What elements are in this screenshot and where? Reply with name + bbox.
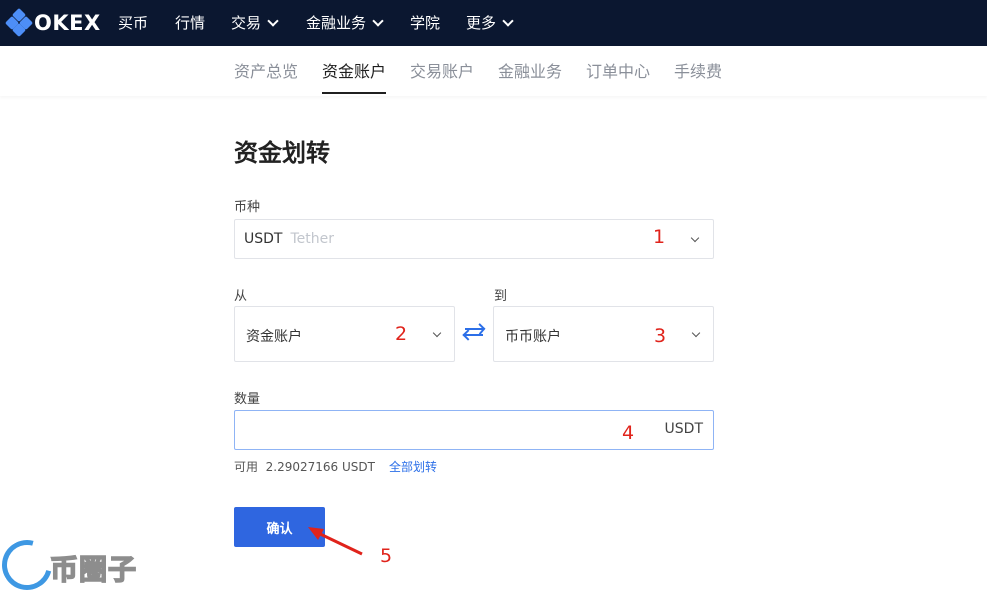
chevron-down-icon xyxy=(502,14,514,27)
swap-arrows-icon[interactable] xyxy=(465,324,485,340)
nav-item-more[interactable]: 更多 xyxy=(466,12,514,33)
chevron-down-icon xyxy=(691,328,701,338)
step-marker-4: 4 xyxy=(622,422,635,444)
nav-item-label: 买币 xyxy=(118,14,149,32)
available-balance: 可用 2.29027166 USDT 全部划转 xyxy=(234,458,437,475)
nav-item-label: 更多 xyxy=(466,14,497,32)
logo-text: OKEX xyxy=(34,11,101,35)
from-account-select[interactable]: 资金账户 2 xyxy=(234,306,455,362)
nav-item-label: 学院 xyxy=(410,14,441,32)
okex-logo-icon xyxy=(4,7,34,38)
chevron-down-icon xyxy=(372,14,384,27)
tab-trading-account[interactable]: 交易账户 xyxy=(410,58,474,82)
nav-item-buy[interactable]: 买币 xyxy=(118,12,148,33)
nav-item-label: 金融业务 xyxy=(306,14,367,32)
tab-order-center[interactable]: 订单中心 xyxy=(586,58,650,82)
tab-finance[interactable]: 金融业务 xyxy=(498,58,562,82)
step-marker-1: 1 xyxy=(653,226,666,248)
watermark: 币圈子 xyxy=(0,530,162,595)
to-account-value: 币币账户 xyxy=(505,329,561,345)
watermark-text: 币圈子 xyxy=(49,552,138,587)
currency-value: USDT xyxy=(244,231,283,247)
amount-label: 数量 xyxy=(234,392,261,407)
nav-item-label: 交易 xyxy=(231,14,262,32)
to-label: 到 xyxy=(494,289,508,304)
chevron-down-icon xyxy=(267,14,279,27)
transfer-all-link[interactable]: 全部划转 xyxy=(389,460,437,474)
nav-item-market[interactable]: 行情 xyxy=(175,12,205,33)
tab-funding-account[interactable]: 资金账户 xyxy=(322,58,386,82)
chevron-down-icon xyxy=(690,233,700,243)
step-marker-2: 2 xyxy=(395,323,408,345)
okex-logo[interactable]: OKEX xyxy=(4,7,101,38)
currency-label: 币种 xyxy=(234,200,261,215)
red-arrow-icon xyxy=(308,527,363,556)
active-tab-indicator xyxy=(322,92,386,94)
to-account-select[interactable]: 币币账户 3 xyxy=(493,306,714,362)
currency-select[interactable]: USDT Tether 1 xyxy=(234,219,714,259)
step-marker-5: 5 xyxy=(380,545,393,567)
available-value: 2.29027166 USDT xyxy=(265,460,375,474)
from-label: 从 xyxy=(234,289,248,304)
amount-field[interactable]: 4 USDT xyxy=(234,410,714,450)
currency-subname: Tether xyxy=(290,231,334,247)
nav-item-trade[interactable]: 交易 xyxy=(231,12,279,33)
from-account-value: 资金账户 xyxy=(246,329,302,345)
page-title: 资金划转 xyxy=(234,139,330,167)
tab-fees[interactable]: 手续费 xyxy=(674,58,722,82)
amount-unit: USDT xyxy=(664,421,703,437)
nav-item-academy[interactable]: 学院 xyxy=(410,12,440,33)
nav-item-finance[interactable]: 金融业务 xyxy=(306,12,384,33)
account-subnav: 资产总览 资金账户 交易账户 金融业务 订单中心 手续费 xyxy=(0,46,987,96)
nav-item-label: 行情 xyxy=(175,14,206,32)
chevron-down-icon xyxy=(432,328,442,338)
tab-asset-overview[interactable]: 资产总览 xyxy=(234,58,298,82)
available-label: 可用 xyxy=(234,460,259,474)
step-marker-3: 3 xyxy=(654,325,667,347)
top-navbar: OKEX 买币 行情 交易 金融业务 学院 更多 xyxy=(0,0,987,46)
